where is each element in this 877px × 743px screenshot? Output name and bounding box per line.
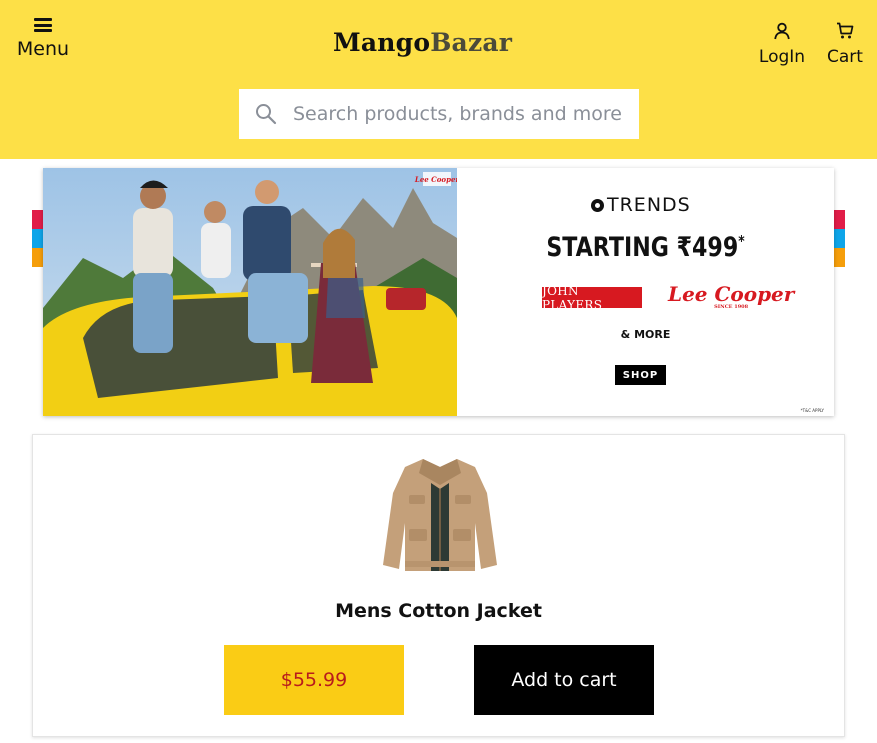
photo-brand-badge: Lee Cooper [414,175,457,184]
lee-cooper-logo: Lee Cooper SINCE 1908 [668,282,794,310]
login-button[interactable]: LogIn [756,22,808,67]
product-name[interactable]: Mens Cotton Jacket [33,600,844,622]
banner-photo: Lee Cooper [43,168,457,416]
search-bar [239,89,639,139]
add-to-cart-button[interactable]: Add to cart [474,645,654,715]
logo-part-bazar: Bazar [430,28,513,57]
more-brands-text: & MORE [620,328,671,341]
cart-label: Cart [827,47,863,67]
product-image[interactable] [379,453,501,577]
trends-logo: TRENDS [591,194,691,216]
john-players-logo: JOHN PLAYERS [542,284,642,312]
banner-offer-panel: TRENDS STARTING ₹499* JOHN PLAYERS Lee C… [457,168,834,416]
product-card: Mens Cotton Jacket $55.99 Add to cart [32,434,845,737]
trends-logo-icon [591,198,604,212]
top-header: Menu MangoBazar LogIn Cart [0,0,877,159]
product-price: $55.99 [224,645,404,715]
hamburger-icon [34,18,52,32]
carousel-next-stripe[interactable] [834,210,845,267]
promo-carousel: Lee Cooper TRENDS STARTING ₹499* JOHN PL… [32,168,845,416]
menu-button[interactable]: Menu [14,18,72,60]
offer-headline-text: STARTING ₹499 [546,232,739,263]
cart-icon [837,22,854,39]
cart-button[interactable]: Cart [824,22,866,67]
login-label: LogIn [758,47,806,67]
logo-part-mango: Mango [333,28,431,57]
trends-logo-text: TRENDS [607,194,691,216]
offer-headline: STARTING ₹499* [491,232,800,263]
lee-cooper-logo-text: Lee Cooper [668,282,795,306]
promo-banner[interactable]: Lee Cooper TRENDS STARTING ₹499* JOHN PL… [43,168,834,416]
site-logo[interactable]: MangoBazar [333,28,512,57]
shop-button[interactable]: SHOP [615,365,666,385]
offer-headline-mark: * [738,232,745,250]
search-icon[interactable] [239,89,293,139]
search-input[interactable] [293,103,623,125]
user-icon [774,22,790,40]
menu-label: Menu [16,38,70,60]
tnc-note: *T&C APPLY [800,408,824,413]
carousel-prev-stripe[interactable] [32,210,43,267]
